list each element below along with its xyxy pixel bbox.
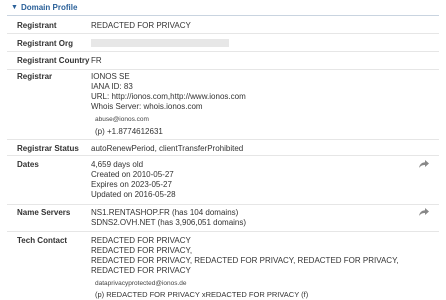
row-registrar: Registrar IONOS SE IANA ID: 83 URL: http… [7,70,439,140]
registrar-label: Registrar [17,72,53,81]
tech-contact-label: Tech Contact [17,236,68,245]
registrar-status-value: autoRenewPeriod, clientTransferProhibite… [91,144,244,153]
collapse-caret-icon[interactable]: ▼ [11,4,18,11]
registrar-url[interactable]: URL: http://ionos.com,http://www.ionos.c… [91,92,427,102]
registrant-country-value: FR [91,56,102,65]
tech-contact-email-image: dataprivacyprotected@ionos.de [95,280,187,287]
registrar-iana: IANA ID: 83 [91,82,133,91]
registrant-label: Registrant [17,21,57,30]
share-arrow-icon[interactable] [419,208,429,216]
name-server-1[interactable]: NS1.RENTASHOP.FR (has 104 domains) [91,208,427,218]
share-arrow-icon[interactable] [419,160,429,168]
created-date: Created on 2010-05-27 [91,170,174,179]
domain-age: 4,659 days old [91,160,144,169]
registrant-org-redacted-box [91,39,229,47]
row-registrar-status: Registrar Status autoRenewPeriod, client… [7,140,439,156]
dates-value: 4,659 days old Created on 2010-05-27 Exp… [91,160,427,200]
tech-contact-org: REDACTED FOR PRIVACY, [91,246,193,255]
row-registrant-country: Registrant Country FR [7,52,439,70]
registrar-phone-image: (p) +1.8774612631 [95,127,163,136]
row-registrant: Registrant REDACTED FOR PRIVACY [7,16,439,34]
registrant-value: REDACTED FOR PRIVACY [91,21,191,30]
dates-label: Dates [17,160,39,169]
registrar-value: IONOS SE IANA ID: 83 URL: http://ionos.c… [91,72,427,137]
expires-date: Expires on 2023-05-27 [91,180,172,189]
row-registrant-org: Registrant Org [7,34,439,52]
section-title: Domain Profile [20,3,78,12]
registrar-name: IONOS SE [91,72,130,81]
tech-contact-value: REDACTED FOR PRIVACY REDACTED FOR PRIVAC… [91,236,427,300]
registrar-whois: Whois Server: whois.ionos.com [91,102,203,111]
row-dates: Dates 4,659 days old Created on 2010-05-… [7,156,439,205]
registrant-org-label: Registrant Org [17,39,74,48]
registrar-email-image: abuse@ionos.com [95,116,149,123]
domain-profile-header[interactable]: ▼ Domain Profile [0,0,446,15]
row-tech-contact: Tech Contact REDACTED FOR PRIVACY REDACT… [7,232,439,300]
updated-date: Updated on 2016-05-28 [91,190,176,199]
name-server-2[interactable]: SDNS2.OVH.NET (has 3,906,051 domains) [91,218,427,228]
row-name-servers: Name Servers NS1.RENTASHOP.FR (has 104 d… [7,205,439,232]
name-servers-label: Name Servers [17,208,71,217]
registrant-country-label: Registrant Country [17,56,90,65]
tech-contact-address: REDACTED FOR PRIVACY, REDACTED FOR PRIVA… [91,256,399,275]
registrar-status-label: Registrar Status [17,144,79,153]
tech-contact-name: REDACTED FOR PRIVACY [91,236,191,245]
name-servers-value: NS1.RENTASHOP.FR (has 104 domains) SDNS2… [91,208,427,228]
